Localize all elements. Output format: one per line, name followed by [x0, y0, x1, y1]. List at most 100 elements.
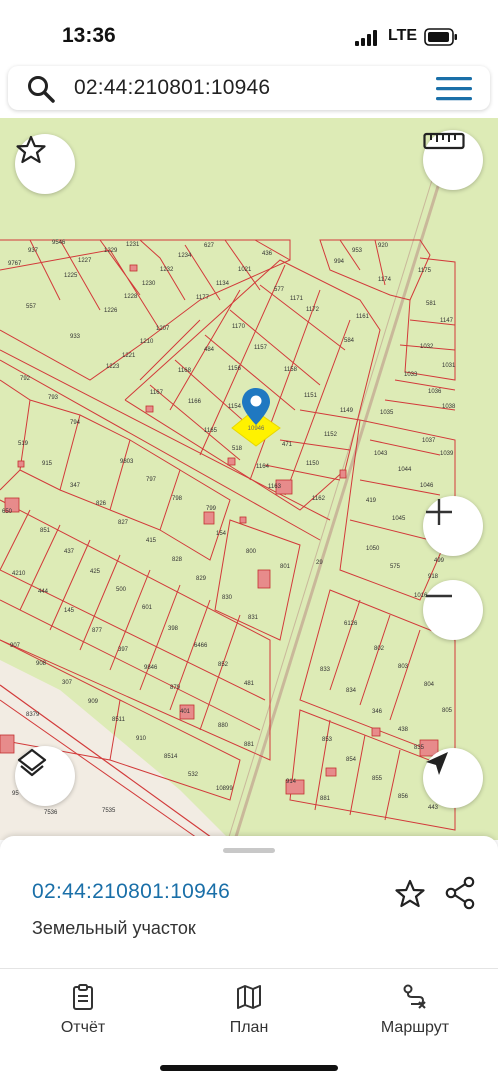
parcel-label: 915: [42, 461, 53, 467]
parcel-label: 577: [274, 287, 285, 293]
cellular-signal-icon: [355, 30, 377, 46]
parcel-label: 1227: [78, 258, 92, 264]
cadastral-map[interactable]: 10946 937 9546 1229 1231 627 436 953 920 9767 122…: [0, 118, 498, 840]
parcel-label: 1228: [124, 294, 138, 300]
parcel-label: 1152: [324, 432, 338, 438]
parcel-label: 1150: [306, 461, 320, 467]
search-icon[interactable]: [26, 74, 56, 104]
route-icon: [403, 984, 426, 1009]
parcel-label: 397: [118, 647, 129, 653]
parcel-label: 1207: [156, 326, 170, 332]
star-icon[interactable]: [394, 878, 426, 910]
parcel-label: 438: [398, 727, 409, 733]
parcel-label: 1231: [126, 242, 140, 248]
nav-report[interactable]: Отчёт: [23, 979, 143, 1037]
map-plan-icon: [237, 985, 261, 1009]
parcel-label: 994: [334, 259, 345, 265]
nav-plan-label: План: [229, 1019, 269, 1036]
layers-icon: [17, 748, 47, 777]
parcel-label: 914: [286, 779, 297, 785]
parcel-label: 855: [372, 776, 383, 782]
parcel-label: 881: [244, 742, 255, 748]
share-icon[interactable]: [444, 876, 476, 910]
parcel-label: 481: [244, 681, 255, 687]
parcel-label: 1226: [104, 308, 118, 314]
parcel-label: 833: [320, 667, 331, 673]
star-icon: [16, 135, 46, 164]
ruler-measure-button[interactable]: [423, 130, 483, 190]
parcel-label: 1156: [228, 366, 242, 372]
parcel-label: 518: [232, 446, 243, 452]
parcel-label: 1147: [440, 318, 454, 324]
parcel-label: 9846: [144, 665, 158, 671]
nav-route[interactable]: Маршрут: [355, 979, 475, 1037]
parcel-label: 1158: [284, 367, 298, 373]
parcel-label: 4210: [12, 571, 26, 577]
parcel-label: 6126: [344, 621, 358, 627]
sheet-drag-handle[interactable]: [223, 848, 275, 853]
home-indicator: [160, 1065, 338, 1071]
parcel-label: 1151: [304, 393, 318, 399]
parcel-label: 1161: [356, 314, 370, 320]
parcel-label: 154: [216, 531, 227, 537]
parcel-label: 828: [172, 557, 183, 563]
search-bar[interactable]: 02:44:210801:10946: [8, 66, 490, 110]
parcel-label: 908: [36, 661, 47, 667]
bottom-navigation: Отчёт План Маршрут: [0, 968, 498, 1081]
parcel-label: 1162: [312, 496, 326, 502]
nav-plan[interactable]: План: [189, 979, 309, 1037]
parcel-label: 853: [322, 737, 333, 743]
parcel-label: 346: [372, 709, 383, 715]
parcel-label: 1033: [404, 372, 418, 378]
network-type: LTE: [388, 27, 418, 44]
zoom-in-button[interactable]: [423, 496, 483, 556]
parcel-label: 1046: [420, 483, 434, 489]
parcel-label: 953: [352, 248, 363, 254]
nav-route-label: Маршрут: [380, 1019, 450, 1036]
favorite-star-button[interactable]: [15, 134, 75, 194]
plus-icon: [426, 499, 452, 525]
info-sheet[interactable]: 02:44:210801:10946 Земельный участок: [0, 836, 498, 968]
parcel-label: 557: [26, 304, 37, 310]
parcel-label: 1174: [378, 277, 392, 283]
parcel-label: 830: [222, 595, 233, 601]
parcel-label: 877: [92, 628, 103, 634]
parcel-label: 907: [10, 643, 21, 649]
parcel-label: 601: [142, 605, 153, 611]
parcel-label: 347: [70, 483, 81, 489]
parcel-label: 484: [204, 347, 215, 353]
parcel-label: 437: [64, 549, 75, 555]
parcel-label: 910: [136, 736, 147, 742]
nav-report-label: Отчёт: [60, 1019, 106, 1036]
parcel-label: 7536: [44, 810, 58, 816]
parcel-label: 8511: [112, 717, 126, 723]
parcel-label: 851: [40, 528, 51, 534]
parcel-label: 794: [70, 420, 81, 426]
parcel-label: 584: [344, 338, 355, 344]
parcel-label: 1032: [420, 344, 434, 350]
parcel-label: 471: [282, 442, 293, 448]
navigation-arrow-icon: [426, 752, 448, 775]
parcel-label: 1234: [178, 253, 192, 259]
minus-icon: [426, 594, 452, 598]
parcel-label: 1157: [254, 345, 268, 351]
parcel-label: 831: [248, 615, 259, 621]
parcel-label: 145: [64, 608, 75, 614]
my-location-button[interactable]: [423, 748, 483, 808]
map-layers-button[interactable]: [15, 746, 75, 806]
parcel-label: 852: [218, 662, 229, 668]
zoom-out-button[interactable]: [423, 580, 483, 640]
parcel-label: 499: [434, 558, 445, 564]
parcel-label: 881: [320, 796, 331, 802]
parcel-label: 1177: [196, 295, 210, 301]
parcel-label: 500: [116, 587, 127, 593]
parcel-label: 9767: [8, 261, 22, 267]
search-input[interactable]: 02:44:210801:10946: [74, 76, 270, 100]
map-canvas[interactable]: 10946 937 9546 1229 1231 627 436 953 920 9767 122…: [0, 118, 498, 840]
parcel-label: 1045: [392, 516, 406, 522]
parcel-label: 1167: [150, 390, 164, 396]
hamburger-menu-icon[interactable]: [436, 77, 472, 101]
parcel-label: 443: [428, 805, 439, 811]
parcel-label: 1163: [268, 484, 282, 490]
parcel-label: 937: [28, 248, 39, 254]
